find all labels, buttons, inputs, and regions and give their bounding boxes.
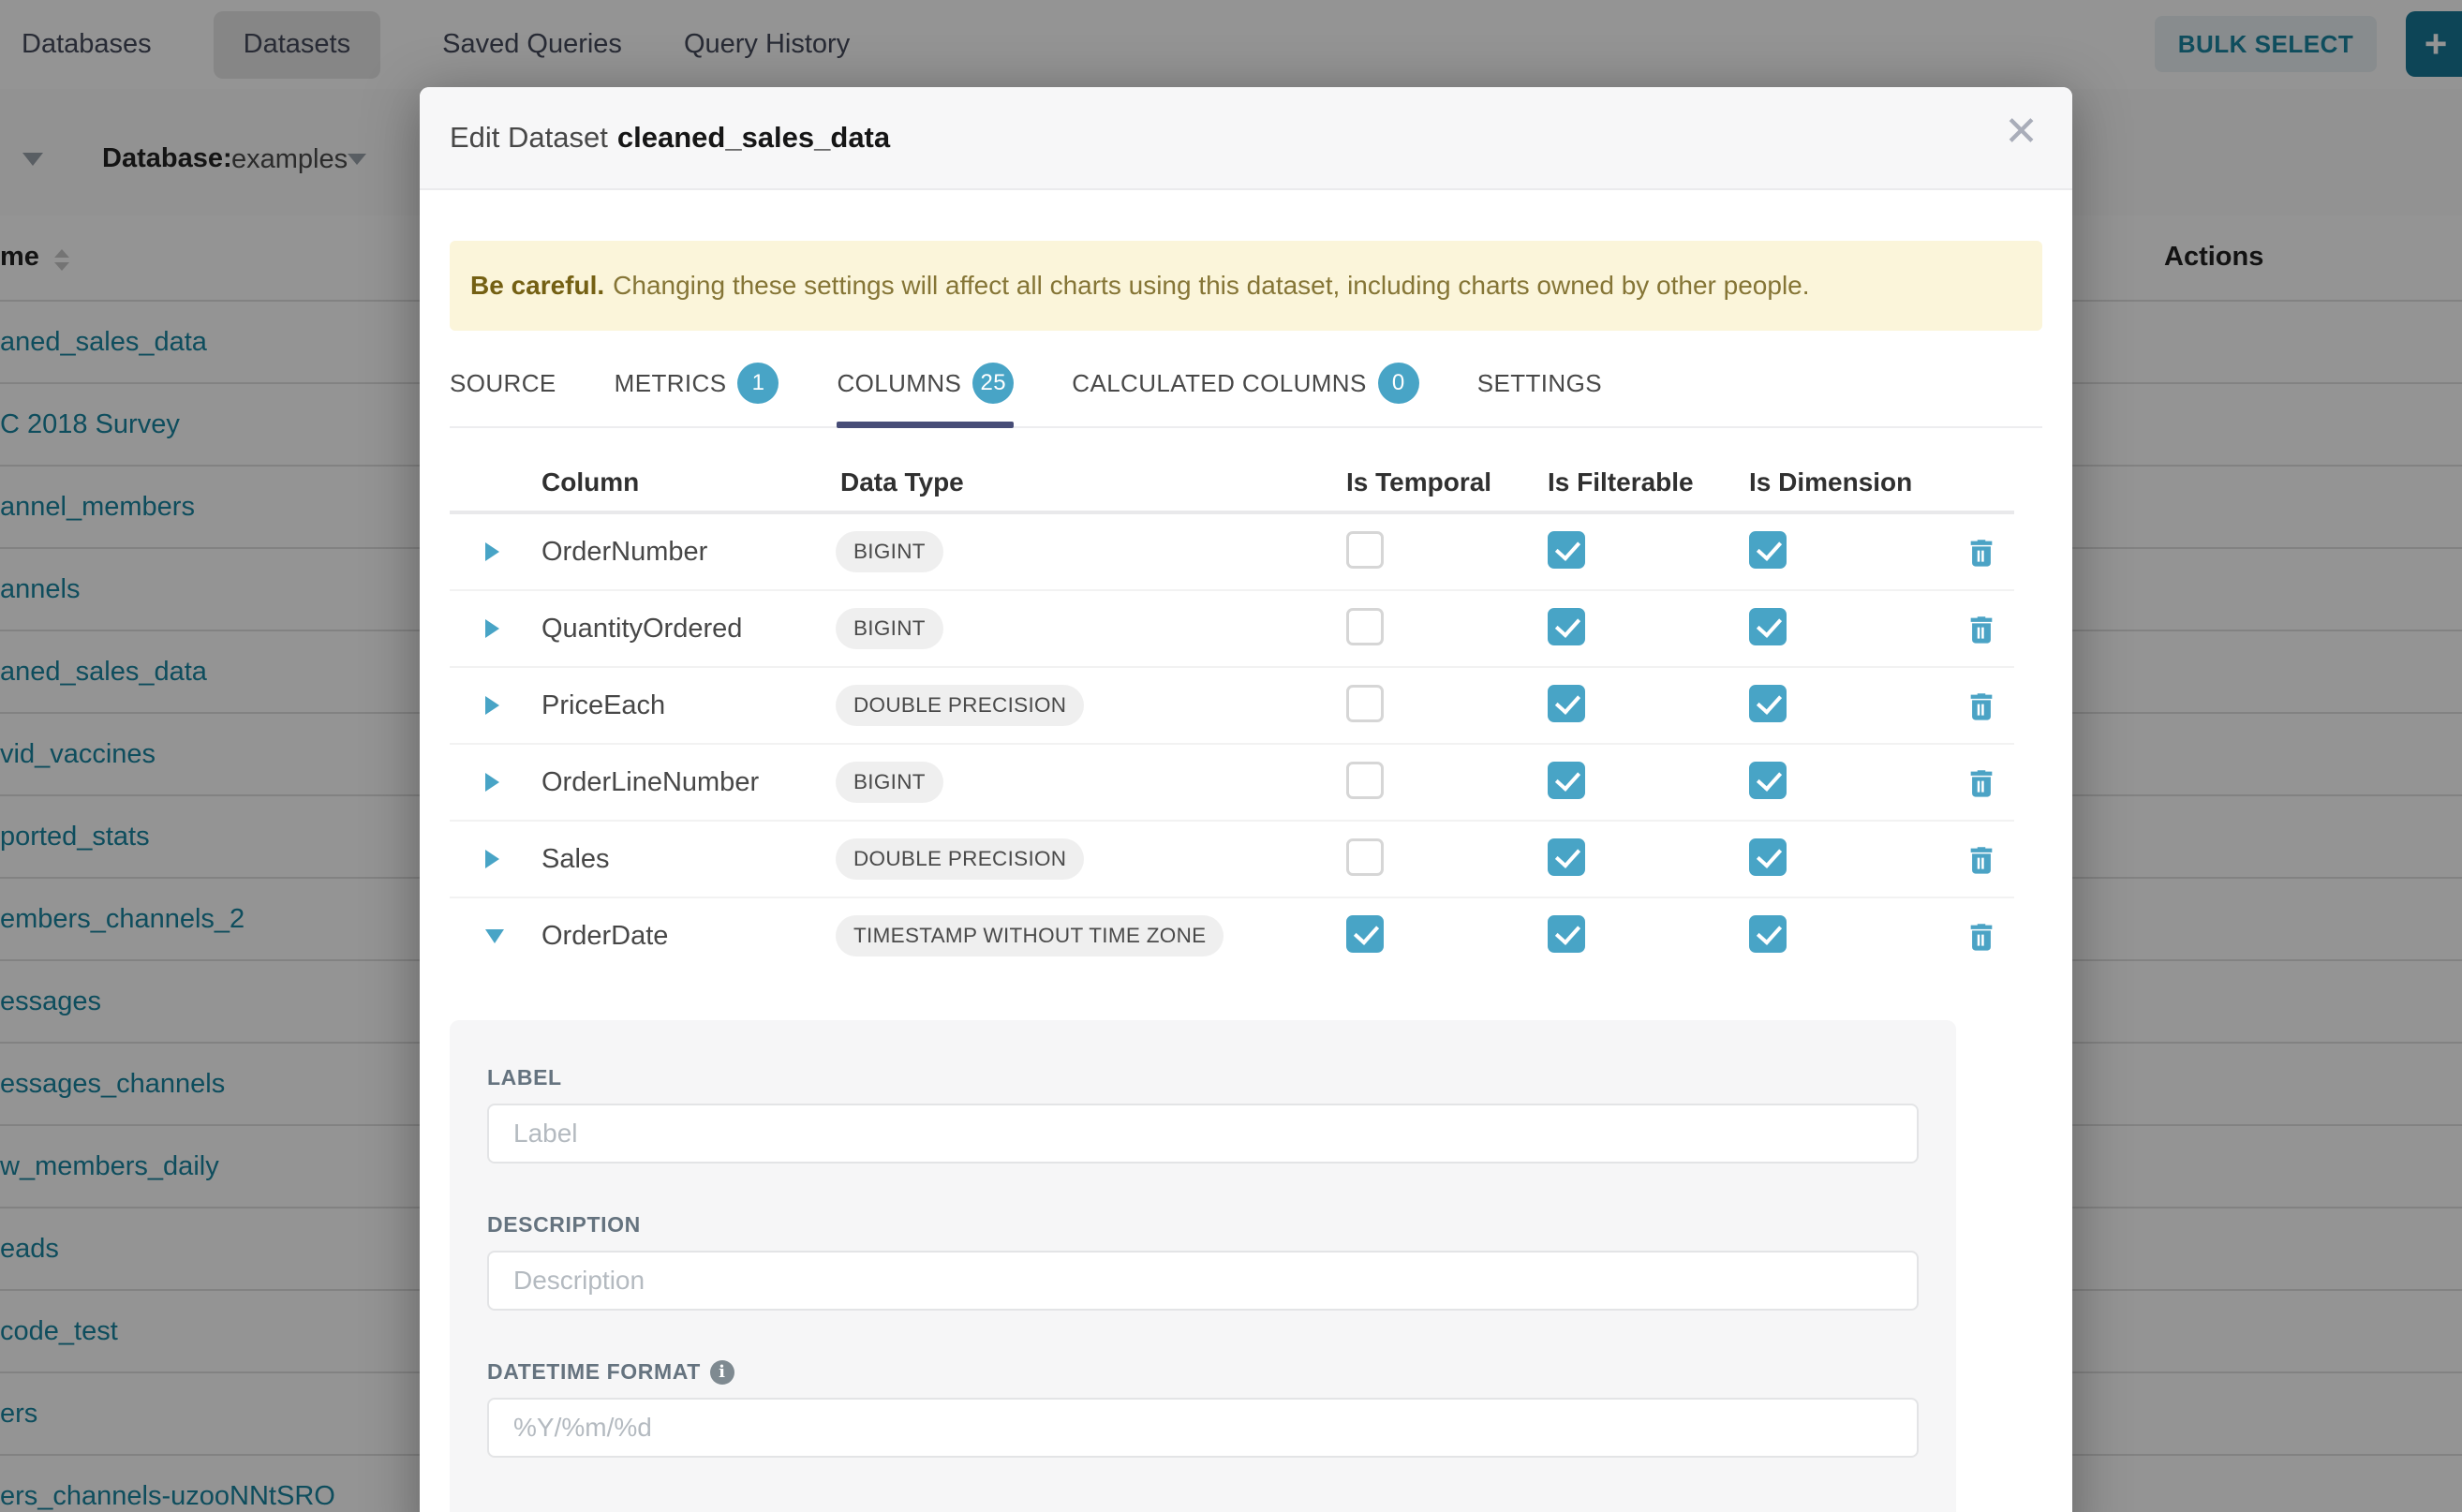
column-name: OrderDate: [517, 921, 668, 951]
columns-table-header: Column Data Type Is Temporal Is Filterab…: [450, 454, 2014, 514]
modal-title-prefix: Edit Dataset: [450, 121, 608, 154]
modal-tabs: SOURCE METRICS 1 COLUMNS 25 CALCULATED C…: [450, 363, 2042, 428]
is-filterable-checkbox[interactable]: [1548, 685, 1585, 722]
is-temporal-checkbox[interactable]: [1346, 762, 1384, 799]
is-dimension-checkbox[interactable]: [1749, 608, 1787, 645]
datetime-format-label-text: DATETIME FORMAT: [487, 1359, 701, 1385]
datetime-format-input[interactable]: [487, 1398, 1919, 1458]
tab-count-badge: 1: [737, 363, 779, 404]
is-dimension-checkbox[interactable]: [1749, 531, 1787, 569]
modal-header: Edit Dataset cleaned_sales_data: [420, 87, 2072, 190]
is-temporal-checkbox[interactable]: [1346, 838, 1384, 876]
column-row: OrderDate TIMESTAMP WITHOUT TIME ZONE: [450, 898, 2014, 973]
tab-label: METRICS: [615, 369, 727, 398]
expand-caret-icon[interactable]: [485, 773, 499, 792]
info-icon[interactable]: i: [710, 1360, 734, 1385]
expand-caret-icon[interactable]: [485, 619, 499, 638]
modal-tab[interactable]: COLUMNS 25: [837, 363, 1014, 426]
modal-tab[interactable]: SOURCE: [450, 363, 556, 426]
expand-caret-icon[interactable]: [485, 696, 499, 715]
data-type-badge: DOUBLE PRECISION: [836, 838, 1084, 880]
is-temporal-checkbox[interactable]: [1346, 685, 1384, 722]
warning-banner: Be careful. Changing these settings will…: [450, 241, 2042, 331]
data-type-badge: DOUBLE PRECISION: [836, 685, 1084, 726]
is-filterable-checkbox[interactable]: [1548, 762, 1585, 799]
edit-dataset-modal: Edit Dataset cleaned_sales_data ✕ Be care…: [420, 87, 2072, 1512]
modal-tab[interactable]: METRICS 1: [615, 363, 779, 426]
is-filterable-checkbox[interactable]: [1548, 915, 1585, 953]
column-row: QuantityOrdered BIGINT: [450, 591, 2014, 668]
delete-column-icon[interactable]: [1965, 689, 1997, 721]
is-temporal-checkbox[interactable]: [1346, 531, 1384, 569]
data-type-badge: BIGINT: [836, 762, 943, 803]
tab-count-badge: 25: [972, 363, 1014, 404]
is-filterable-checkbox[interactable]: [1548, 608, 1585, 645]
close-icon[interactable]: ✕: [2004, 111, 2039, 153]
warning-text: Changing these settings will affect all …: [613, 271, 1809, 301]
tab-label: CALCULATED COLUMNS: [1072, 369, 1366, 398]
is-filterable-checkbox[interactable]: [1548, 838, 1585, 876]
column-row: OrderLineNumber BIGINT: [450, 745, 2014, 822]
label-input[interactable]: [487, 1104, 1919, 1164]
column-row: Sales DOUBLE PRECISION: [450, 822, 2014, 898]
column-editor-panel: LABEL DESCRIPTION DATETIME FORMAT i: [450, 1020, 1956, 1512]
expand-caret-icon[interactable]: [485, 929, 504, 943]
data-type-badge: BIGINT: [836, 608, 943, 649]
column-name: OrderLineNumber: [517, 767, 759, 797]
column-name: Sales: [517, 844, 610, 874]
modal-tab[interactable]: SETTINGS: [1477, 363, 1602, 426]
label-field-label-text: LABEL: [487, 1065, 562, 1090]
description-field-label-text: DESCRIPTION: [487, 1212, 641, 1238]
header-is-temporal: Is Temporal: [1346, 467, 1548, 497]
tab-count-badge: 0: [1378, 363, 1419, 404]
columns-table-body: OrderNumber BIGINT QuantityOrdered BIGIN…: [450, 514, 2042, 973]
page: Databases Datasets Saved Queries Query H…: [0, 0, 2462, 1512]
expand-caret-icon[interactable]: [485, 850, 499, 868]
delete-column-icon[interactable]: [1965, 843, 1997, 875]
header-is-dimension: Is Dimension: [1749, 467, 1948, 497]
tab-label: SOURCE: [450, 369, 556, 398]
column-row: PriceEach DOUBLE PRECISION: [450, 668, 2014, 745]
delete-column-icon[interactable]: [1965, 766, 1997, 798]
warning-bold: Be careful.: [470, 271, 604, 301]
column-name: PriceEach: [517, 690, 665, 720]
is-temporal-checkbox[interactable]: [1346, 608, 1384, 645]
is-dimension-checkbox[interactable]: [1749, 838, 1787, 876]
tab-label: COLUMNS: [837, 369, 961, 398]
modal-dataset-name: cleaned_sales_data: [617, 121, 890, 154]
is-dimension-checkbox[interactable]: [1749, 762, 1787, 799]
tab-label: SETTINGS: [1477, 369, 1602, 398]
header-is-filterable: Is Filterable: [1548, 467, 1749, 497]
description-input[interactable]: [487, 1251, 1919, 1311]
delete-column-icon[interactable]: [1965, 613, 1997, 645]
expand-caret-icon[interactable]: [485, 542, 499, 561]
is-dimension-checkbox[interactable]: [1749, 915, 1787, 953]
modal-title: Edit Dataset cleaned_sales_data: [450, 121, 890, 155]
column-row: OrderNumber BIGINT: [450, 514, 2014, 591]
modal-body: Be careful. Changing these settings will…: [420, 241, 2072, 1512]
column-name: OrderNumber: [517, 537, 707, 567]
data-type-badge: TIMESTAMP WITHOUT TIME ZONE: [836, 915, 1224, 956]
is-temporal-checkbox[interactable]: [1346, 915, 1384, 953]
description-field-label: DESCRIPTION: [487, 1212, 1919, 1238]
is-dimension-checkbox[interactable]: [1749, 685, 1787, 722]
delete-column-icon[interactable]: [1965, 920, 1997, 952]
modal-tab[interactable]: CALCULATED COLUMNS 0: [1072, 363, 1418, 426]
delete-column-icon[interactable]: [1965, 536, 1997, 568]
column-name: QuantityOrdered: [517, 614, 742, 644]
is-filterable-checkbox[interactable]: [1548, 531, 1585, 569]
label-field-label: LABEL: [487, 1065, 1919, 1090]
header-data-type: Data Type: [836, 467, 1346, 497]
header-column: Column: [517, 467, 836, 497]
data-type-badge: BIGINT: [836, 531, 943, 572]
datetime-format-field-label: DATETIME FORMAT i: [487, 1359, 1919, 1385]
